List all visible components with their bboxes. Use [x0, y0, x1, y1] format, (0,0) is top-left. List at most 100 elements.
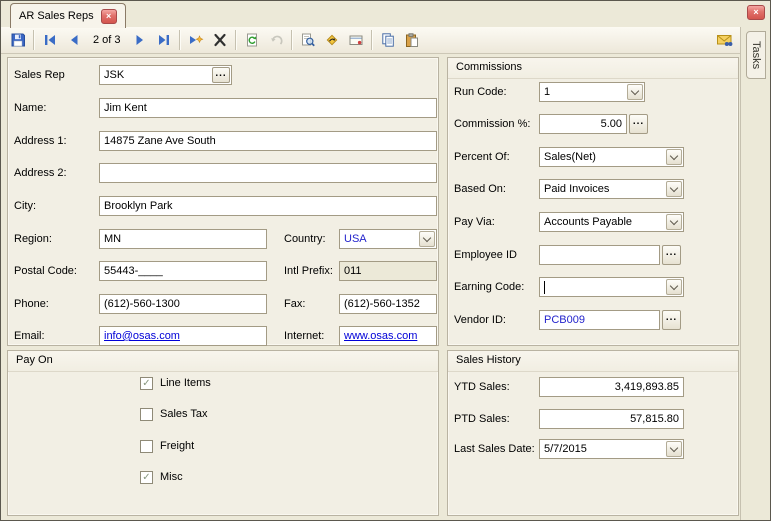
new-record-button[interactable] — [184, 29, 208, 51]
address2-input[interactable] — [99, 163, 437, 183]
run-code-dropdown-button[interactable] — [627, 84, 643, 100]
vendor-id-label: Vendor ID: — [454, 310, 506, 330]
internet-input[interactable]: www.osas.com — [339, 326, 437, 346]
name-input[interactable]: Jim Kent — [99, 98, 437, 118]
region-input[interactable]: MN — [99, 229, 267, 249]
based-on-label: Based On: — [454, 179, 506, 199]
address2-label: Address 2: — [14, 163, 67, 183]
pay-on-line-items[interactable]: ✓ Line Items — [140, 375, 211, 391]
vendor-id-input[interactable]: PCB009 — [539, 310, 660, 330]
save-icon — [10, 32, 26, 48]
checkbox-unchecked-icon[interactable] — [140, 440, 153, 453]
chevron-down-icon — [670, 444, 678, 452]
email-label: Email: — [14, 326, 45, 346]
toolbar-separator — [291, 30, 293, 50]
employee-id-lookup-button[interactable]: ... — [662, 245, 681, 265]
ptd-sales-label: PTD Sales: — [454, 409, 510, 429]
sales-rep-lookup-button[interactable]: ... — [212, 67, 230, 83]
pay-on-misc[interactable]: ✓ Misc — [140, 469, 183, 485]
checkbox-unchecked-icon[interactable] — [140, 408, 153, 421]
toolbar-separator — [179, 30, 181, 50]
pay-via-dropdown-button[interactable] — [666, 214, 682, 230]
tab-ar-sales-reps[interactable]: AR Sales Reps × — [10, 3, 126, 28]
pay-via-row: Pay Via: Accounts Payable — [448, 212, 738, 232]
country-dropdown-button[interactable] — [419, 231, 435, 247]
commission-pct-label: Commission %: — [454, 114, 530, 134]
address1-input[interactable]: 14875 Zane Ave South — [99, 131, 437, 151]
percent-of-label: Percent Of: — [454, 147, 510, 167]
name-label: Name: — [14, 98, 46, 118]
commission-pct-detail-button[interactable]: ... — [629, 114, 648, 134]
next-record-button[interactable] — [128, 29, 152, 51]
city-row: City: Brooklyn Park — [8, 196, 438, 216]
pay-on-title: Pay On — [8, 351, 438, 372]
ptd-sales-field: 57,815.80 — [539, 409, 684, 429]
jump-to-button[interactable] — [320, 29, 344, 51]
checkbox-checked-icon[interactable]: ✓ — [140, 377, 153, 390]
vendor-id-lookup-button[interactable]: ... — [662, 310, 681, 330]
percent-of-row: Percent Of: Sales(Net) — [448, 147, 738, 167]
phone-label: Phone: — [14, 294, 49, 314]
undo-button[interactable] — [264, 29, 288, 51]
email-link[interactable]: info@osas.com — [104, 330, 180, 342]
earning-code-dropdown-button[interactable] — [666, 279, 682, 295]
checkbox-label: Sales Tax — [160, 408, 208, 420]
postal-code-input[interactable]: 55443-____ — [99, 261, 267, 281]
mail-search-button[interactable] — [712, 29, 736, 51]
tasks-panel-strip: Tasks — [740, 27, 770, 520]
based-on-select[interactable]: Paid Invoices — [539, 179, 684, 199]
tab-close-icon[interactable]: × — [101, 9, 117, 24]
percent-of-dropdown-button[interactable] — [666, 149, 682, 165]
paste-button[interactable] — [400, 29, 424, 51]
window-close-button[interactable]: × — [747, 5, 765, 20]
commission-pct-input[interactable]: 5.00 — [539, 114, 627, 134]
last-record-button[interactable] — [152, 29, 176, 51]
preview-button[interactable] — [296, 29, 320, 51]
fax-input[interactable]: (612)-560-1352 — [339, 294, 437, 314]
region-country-row: Region: MN Country: USA — [8, 229, 438, 249]
intl-prefix-label: Intl Prefix: — [284, 261, 333, 281]
save-button[interactable] — [6, 29, 30, 51]
ar-sales-reps-window: AR Sales Reps × × 2 of 3 — [0, 0, 771, 521]
first-record-button[interactable] — [38, 29, 62, 51]
tab-tasks[interactable]: Tasks — [746, 31, 766, 79]
pay-on-sales-tax[interactable]: Sales Tax — [140, 406, 208, 422]
email-input[interactable]: info@osas.com — [99, 326, 267, 346]
tasks-tab-label: Tasks — [750, 41, 762, 69]
chevron-down-icon — [670, 152, 678, 160]
city-input[interactable]: Brooklyn Park — [99, 196, 437, 216]
delete-record-button[interactable] — [208, 29, 232, 51]
pay-via-select[interactable]: Accounts Payable — [539, 212, 684, 232]
last-sales-date-dropdown-button[interactable] — [666, 441, 682, 457]
country-select[interactable]: USA — [339, 229, 437, 249]
sales-rep-input[interactable]: JSK ... — [99, 65, 232, 85]
phone-input[interactable]: (612)-560-1300 — [99, 294, 267, 314]
previous-record-button[interactable] — [62, 29, 86, 51]
undo-icon — [268, 32, 284, 48]
based-on-dropdown-button[interactable] — [666, 181, 682, 197]
sales-history-groupbox: Sales History YTD Sales: 3,419,893.85 PT… — [447, 350, 739, 516]
employee-id-row: Employee ID ... — [448, 245, 738, 265]
copy-icon — [380, 32, 396, 48]
pay-on-freight[interactable]: Freight — [140, 438, 194, 454]
general-info-groupbox: Sales Rep JSK ... Name: Jim Kent Address… — [7, 57, 439, 346]
run-code-select[interactable]: 1 — [539, 82, 645, 102]
employee-id-input[interactable] — [539, 245, 660, 265]
internet-link[interactable]: www.osas.com — [344, 330, 417, 342]
refresh-button[interactable] — [240, 29, 264, 51]
chevron-down-icon — [423, 234, 431, 242]
next-record-icon — [132, 32, 148, 48]
internet-label: Internet: — [284, 326, 324, 346]
pay-via-label: Pay Via: — [454, 212, 495, 232]
last-sales-date-select[interactable]: 5/7/2015 — [539, 439, 684, 459]
earning-code-select[interactable] — [539, 277, 684, 297]
pay-on-groupbox: Pay On ✓ Line Items Sales Tax Freight ✓ … — [7, 350, 439, 516]
email-button[interactable] — [344, 29, 368, 51]
percent-of-select[interactable]: Sales(Net) — [539, 147, 684, 167]
checkbox-checked-icon[interactable]: ✓ — [140, 471, 153, 484]
chevron-down-icon — [670, 217, 678, 225]
copy-button[interactable] — [376, 29, 400, 51]
address1-row: Address 1: 14875 Zane Ave South — [8, 131, 438, 151]
toolbar-separator — [33, 30, 35, 50]
first-record-icon — [42, 32, 58, 48]
